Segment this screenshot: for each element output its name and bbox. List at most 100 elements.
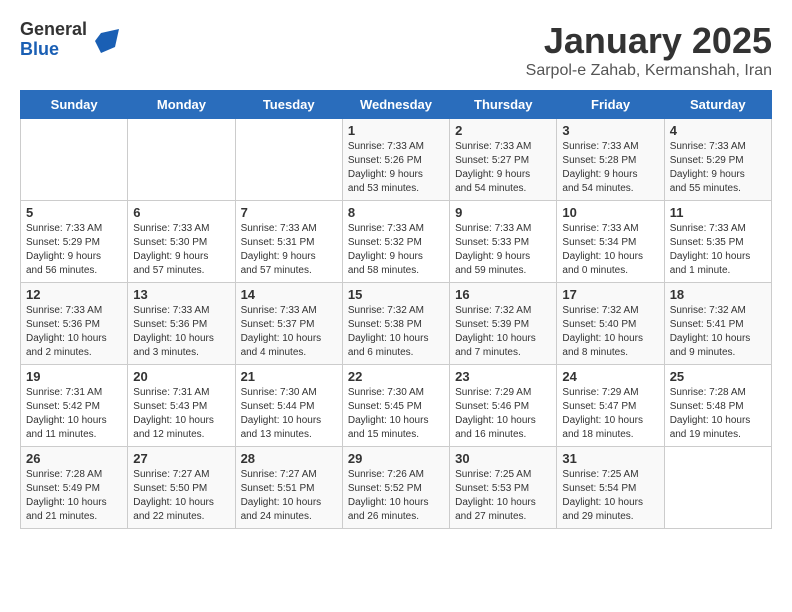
day-number: 31 xyxy=(562,451,658,466)
day-info: Sunrise: 7:28 AM Sunset: 5:48 PM Dayligh… xyxy=(670,386,766,442)
day-info: Sunrise: 7:33 AM Sunset: 5:37 PM Dayligh… xyxy=(241,304,337,360)
header-wednesday: Wednesday xyxy=(342,91,449,119)
table-row: 2 Sunrise: 7:33 AM Sunset: 5:27 PM Daylig… xyxy=(450,119,557,201)
day-info: Sunrise: 7:33 AM Sunset: 5:31 PM Dayligh… xyxy=(241,222,337,278)
day-number: 14 xyxy=(241,287,337,302)
day-number: 10 xyxy=(562,205,658,220)
day-number: 7 xyxy=(241,205,337,220)
day-info: Sunrise: 7:33 AM Sunset: 5:30 PM Dayligh… xyxy=(133,222,229,278)
table-row: 24 Sunrise: 7:29 AM Sunset: 5:47 PM Dayli… xyxy=(557,365,664,447)
table-row: 31 Sunrise: 7:25 AM Sunset: 5:54 PM Dayli… xyxy=(557,447,664,529)
logo-icon xyxy=(91,25,121,55)
day-number: 29 xyxy=(348,451,444,466)
header-monday: Monday xyxy=(128,91,235,119)
page-header: General Blue January 2025 Sarpol-e Zahab… xyxy=(20,20,772,80)
day-number: 16 xyxy=(455,287,551,302)
table-row: 13Sunrise: 7:33 AM Sunset: 5:36 PM Dayli… xyxy=(128,283,235,365)
table-row: 7 Sunrise: 7:33 AM Sunset: 5:31 PM Daylig… xyxy=(235,201,342,283)
calendar-week-row: 1 Sunrise: 7:33 AM Sunset: 5:26 PM Daylig… xyxy=(21,119,772,201)
day-info: Sunrise: 7:25 AM Sunset: 5:54 PM Dayligh… xyxy=(562,468,658,524)
table-row: 15 Sunrise: 7:32 AM Sunset: 5:38 PM Dayli… xyxy=(342,283,449,365)
day-info: Sunrise: 7:32 AM Sunset: 5:39 PM Dayligh… xyxy=(455,304,551,360)
day-number: 23 xyxy=(455,369,551,384)
day-info: Sunrise: 7:33 AM Sunset: 5:27 PM Dayligh… xyxy=(455,140,551,196)
days-header-row: Sunday Monday Tuesday Wednesday Thursday… xyxy=(21,91,772,119)
day-info: Sunrise: 7:29 AM Sunset: 5:47 PM Dayligh… xyxy=(562,386,658,442)
day-info: Sunrise: 7:33 AM Sunset: 5:35 PM Dayligh… xyxy=(670,222,766,278)
table-row: 26 Sunrise: 7:28 AM Sunset: 5:49 PM Dayli… xyxy=(21,447,128,529)
table-row: 5Sunrise: 7:33 AM Sunset: 5:29 PM Daylig… xyxy=(21,201,128,283)
day-info: Sunrise: 7:33 AM Sunset: 5:28 PM Dayligh… xyxy=(562,140,658,196)
day-number: 3 xyxy=(562,123,658,138)
table-row: 29Sunrise: 7:26 AM Sunset: 5:52 PM Dayli… xyxy=(342,447,449,529)
day-info: Sunrise: 7:33 AM Sunset: 5:32 PM Dayligh… xyxy=(348,222,444,278)
day-info: Sunrise: 7:33 AM Sunset: 5:33 PM Dayligh… xyxy=(455,222,551,278)
day-info: Sunrise: 7:33 AM Sunset: 5:36 PM Dayligh… xyxy=(26,304,122,360)
day-number: 20 xyxy=(133,369,229,384)
day-info: Sunrise: 7:31 AM Sunset: 5:43 PM Dayligh… xyxy=(133,386,229,442)
table-row xyxy=(235,119,342,201)
table-row: 30 Sunrise: 7:25 AM Sunset: 5:53 PM Dayli… xyxy=(450,447,557,529)
table-row: 16 Sunrise: 7:32 AM Sunset: 5:39 PM Dayli… xyxy=(450,283,557,365)
day-info: Sunrise: 7:30 AM Sunset: 5:44 PM Dayligh… xyxy=(241,386,337,442)
day-number: 22 xyxy=(348,369,444,384)
day-number: 6 xyxy=(133,205,229,220)
day-number: 26 xyxy=(26,451,122,466)
day-info: Sunrise: 7:25 AM Sunset: 5:53 PM Dayligh… xyxy=(455,468,551,524)
table-row: 22 Sunrise: 7:30 AM Sunset: 5:45 PM Dayli… xyxy=(342,365,449,447)
calendar-title: January 2025 xyxy=(526,20,772,62)
table-row: 8 Sunrise: 7:33 AM Sunset: 5:32 PM Daylig… xyxy=(342,201,449,283)
day-number: 28 xyxy=(241,451,337,466)
day-number: 4 xyxy=(670,123,766,138)
header-thursday: Thursday xyxy=(450,91,557,119)
day-info: Sunrise: 7:28 AM Sunset: 5:49 PM Dayligh… xyxy=(26,468,122,524)
table-row: 19Sunrise: 7:31 AM Sunset: 5:42 PM Dayli… xyxy=(21,365,128,447)
day-number: 12 xyxy=(26,287,122,302)
day-number: 2 xyxy=(455,123,551,138)
day-number: 1 xyxy=(348,123,444,138)
day-info: Sunrise: 7:27 AM Sunset: 5:50 PM Dayligh… xyxy=(133,468,229,524)
logo-general-text: General xyxy=(20,20,87,40)
calendar-table: Sunday Monday Tuesday Wednesday Thursday… xyxy=(20,90,772,529)
day-info: Sunrise: 7:29 AM Sunset: 5:46 PM Dayligh… xyxy=(455,386,551,442)
day-number: 24 xyxy=(562,369,658,384)
header-tuesday: Tuesday xyxy=(235,91,342,119)
day-info: Sunrise: 7:33 AM Sunset: 5:34 PM Dayligh… xyxy=(562,222,658,278)
day-number: 19 xyxy=(26,369,122,384)
table-row: 6 Sunrise: 7:33 AM Sunset: 5:30 PM Daylig… xyxy=(128,201,235,283)
table-row: 4 Sunrise: 7:33 AM Sunset: 5:29 PM Daylig… xyxy=(664,119,771,201)
table-row: 14 Sunrise: 7:33 AM Sunset: 5:37 PM Dayli… xyxy=(235,283,342,365)
calendar-week-row: 5Sunrise: 7:33 AM Sunset: 5:29 PM Daylig… xyxy=(21,201,772,283)
calendar-week-row: 19Sunrise: 7:31 AM Sunset: 5:42 PM Dayli… xyxy=(21,365,772,447)
calendar-week-row: 26 Sunrise: 7:28 AM Sunset: 5:49 PM Dayli… xyxy=(21,447,772,529)
day-number: 27 xyxy=(133,451,229,466)
header-saturday: Saturday xyxy=(664,91,771,119)
title-block: January 2025 Sarpol-e Zahab, Kermanshah,… xyxy=(526,20,772,80)
day-number: 9 xyxy=(455,205,551,220)
calendar-subtitle: Sarpol-e Zahab, Kermanshah, Iran xyxy=(526,62,772,80)
table-row: 27 Sunrise: 7:27 AM Sunset: 5:50 PM Dayli… xyxy=(128,447,235,529)
table-row: 17Sunrise: 7:32 AM Sunset: 5:40 PM Dayli… xyxy=(557,283,664,365)
day-number: 8 xyxy=(348,205,444,220)
day-number: 15 xyxy=(348,287,444,302)
day-info: Sunrise: 7:33 AM Sunset: 5:29 PM Dayligh… xyxy=(670,140,766,196)
table-row xyxy=(664,447,771,529)
day-info: Sunrise: 7:27 AM Sunset: 5:51 PM Dayligh… xyxy=(241,468,337,524)
day-info: Sunrise: 7:33 AM Sunset: 5:26 PM Dayligh… xyxy=(348,140,444,196)
day-info: Sunrise: 7:32 AM Sunset: 5:38 PM Dayligh… xyxy=(348,304,444,360)
day-number: 30 xyxy=(455,451,551,466)
table-row: 12 Sunrise: 7:33 AM Sunset: 5:36 PM Dayli… xyxy=(21,283,128,365)
table-row xyxy=(21,119,128,201)
calendar-week-row: 12 Sunrise: 7:33 AM Sunset: 5:36 PM Dayli… xyxy=(21,283,772,365)
day-info: Sunrise: 7:32 AM Sunset: 5:41 PM Dayligh… xyxy=(670,304,766,360)
day-number: 5 xyxy=(26,205,122,220)
day-info: Sunrise: 7:30 AM Sunset: 5:45 PM Dayligh… xyxy=(348,386,444,442)
table-row: 28 Sunrise: 7:27 AM Sunset: 5:51 PM Dayli… xyxy=(235,447,342,529)
day-number: 18 xyxy=(670,287,766,302)
table-row: 25Sunrise: 7:28 AM Sunset: 5:48 PM Dayli… xyxy=(664,365,771,447)
table-row: 20 Sunrise: 7:31 AM Sunset: 5:43 PM Dayli… xyxy=(128,365,235,447)
header-sunday: Sunday xyxy=(21,91,128,119)
table-row: 3 Sunrise: 7:33 AM Sunset: 5:28 PM Daylig… xyxy=(557,119,664,201)
header-friday: Friday xyxy=(557,91,664,119)
table-row: 1 Sunrise: 7:33 AM Sunset: 5:26 PM Daylig… xyxy=(342,119,449,201)
